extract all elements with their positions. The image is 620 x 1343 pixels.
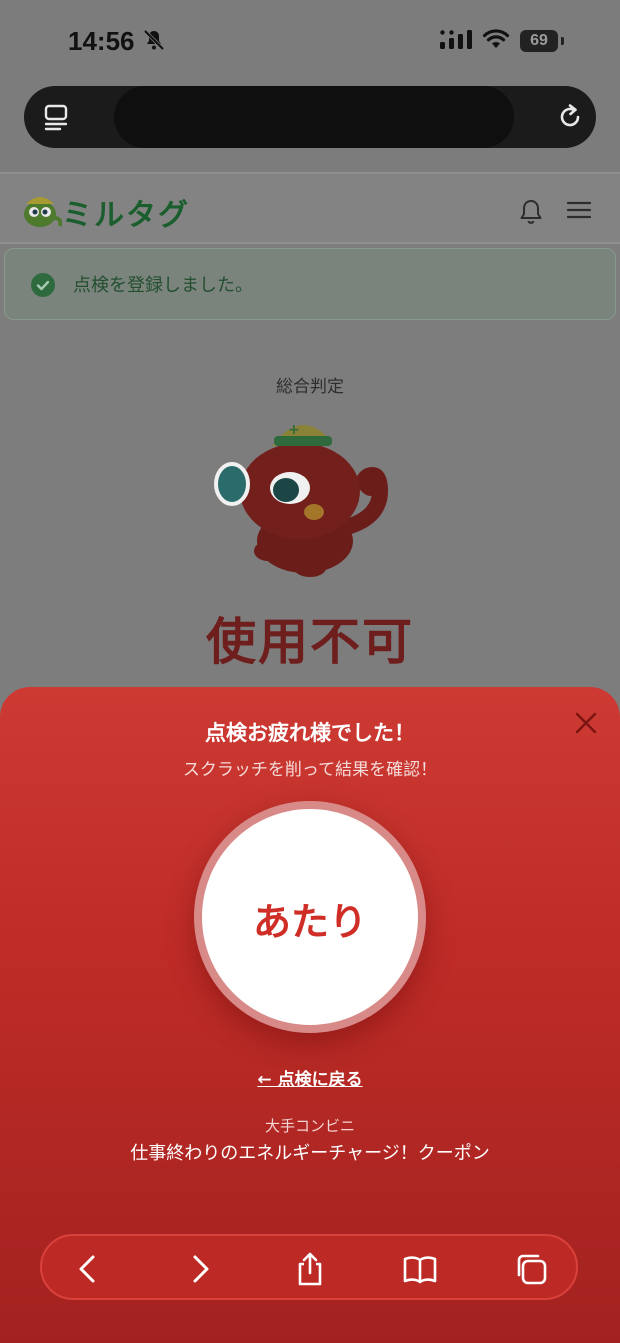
check-icon — [31, 273, 55, 297]
alert-message: 点検を登録しました。 — [73, 275, 253, 296]
back-to-inspection-link[interactable]: ← 点検に戻る — [0, 1065, 620, 1090]
scratch-result: あたり — [252, 900, 367, 944]
tabs-overview-icon[interactable] — [514, 1251, 550, 1287]
bell-off-icon — [143, 29, 165, 51]
wifi-icon — [482, 29, 510, 48]
browser-address-bar[interactable] — [24, 86, 596, 148]
sheet-subtitle: スクラッチを削って結果を確認！ — [182, 760, 438, 780]
site-header: ミルタグ — [0, 172, 620, 244]
verdict-text: 使用不可 — [206, 613, 414, 671]
status-bar: 14:56 69 — [0, 0, 620, 80]
share-icon[interactable] — [292, 1251, 328, 1287]
menu-icon[interactable] — [566, 200, 592, 220]
logo-mascot-icon — [24, 197, 62, 227]
site-logo[interactable]: ミルタグ — [62, 190, 190, 234]
tabs-icon[interactable] — [44, 104, 70, 132]
scratch-area[interactable]: あたり — [202, 809, 418, 1025]
bell-icon[interactable] — [518, 198, 544, 226]
coupon-sponsor: 大手コンビニ — [264, 1117, 355, 1135]
battery-cap — [561, 37, 564, 45]
scratch-card[interactable]: あたり — [194, 801, 426, 1033]
forward-icon[interactable] — [182, 1251, 218, 1287]
mascot-illustration: + — [214, 422, 389, 577]
svg-text:+: + — [288, 422, 300, 438]
back-icon[interactable] — [70, 1251, 106, 1287]
bookmarks-icon[interactable] — [402, 1251, 438, 1287]
coupon-title: 仕事終わりのエネルギーチャージ！クーポン — [130, 1143, 490, 1164]
reload-icon[interactable] — [556, 103, 584, 131]
browser-toolbar — [40, 1234, 578, 1300]
signal-icon — [440, 30, 472, 49]
success-alert: 点検を登録しました。 — [4, 248, 616, 320]
url-field-redacted[interactable] — [114, 86, 514, 148]
sheet-title: 点検お疲れ様でした！ — [205, 721, 415, 745]
judgement-label: 総合判定 — [276, 377, 344, 397]
status-time: 14:56 — [68, 26, 135, 56]
battery-icon: 69 — [520, 30, 558, 52]
